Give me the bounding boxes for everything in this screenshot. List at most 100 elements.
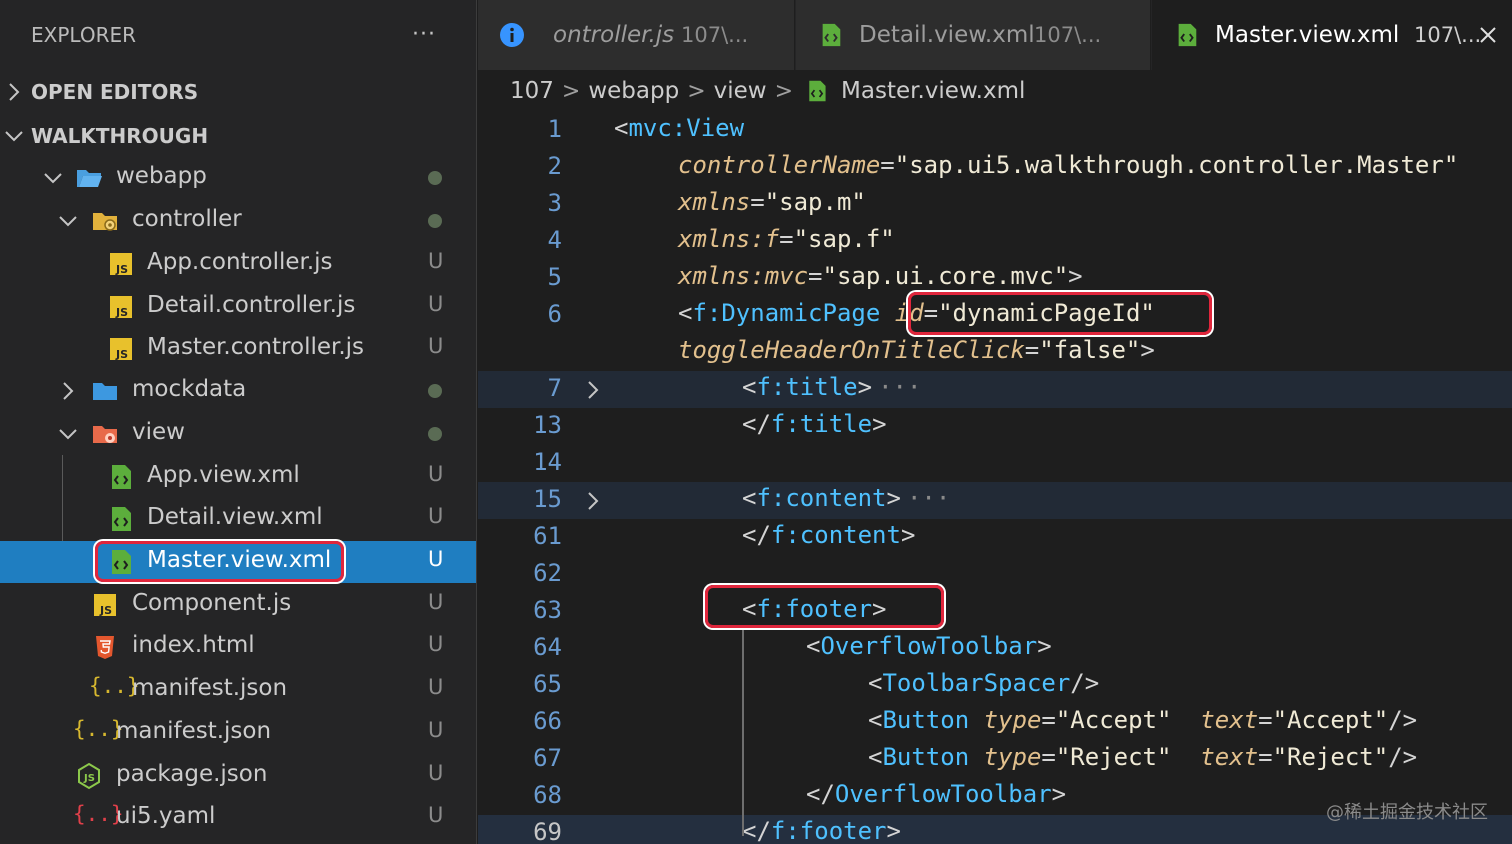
- xml-tag: Button: [882, 743, 970, 771]
- tab-controller-js[interactable]: ontroller.js 107\...: [478, 0, 795, 70]
- xml-attribute: text: [1200, 743, 1259, 771]
- code-line[interactable]: 64 <OverflowToolbar>: [478, 630, 1512, 667]
- code-editor[interactable]: 1 <mvc:View 2 controllerName="sap.ui5.wa…: [478, 112, 1512, 844]
- line-number: 4: [547, 226, 562, 254]
- status-dot: [428, 214, 442, 228]
- tree-folder-mockdata[interactable]: mockdata: [0, 370, 476, 412]
- code-line[interactable]: 66 <Button type="Accept" text="Accept"/>: [478, 704, 1512, 741]
- xml-string: "Reject": [1055, 743, 1172, 771]
- line-number: 15: [533, 485, 562, 513]
- xml-tag: OverflowToolbar: [820, 632, 1038, 660]
- code-line[interactable]: 61 </f:content>: [478, 519, 1512, 556]
- tree-folder-webapp[interactable]: webapp: [0, 157, 476, 199]
- code-line[interactable]: toggleHeaderOnTitleClick="false">: [478, 334, 1512, 371]
- tree-file-manifest-webapp[interactable]: {..} manifest.json U: [0, 669, 476, 711]
- code-line[interactable]: 65 <ToolbarSpacer/>: [478, 667, 1512, 704]
- tree-folder-view[interactable]: view: [0, 413, 476, 455]
- git-status-badge: U: [428, 504, 444, 528]
- workspace-label: WALKTHROUGH: [31, 124, 209, 148]
- git-status-badge: U: [428, 590, 444, 614]
- code-text: <ToolbarSpacer/>: [868, 669, 1100, 697]
- tree-item-label: Master.view.xml: [147, 547, 332, 573]
- tree-file-package-json[interactable]: JS package.json U: [0, 755, 476, 797]
- chevron-right-icon[interactable]: [584, 490, 602, 512]
- code-line[interactable]: 6 <f:DynamicPage id="dynamicPageId": [478, 297, 1512, 334]
- xml-file-icon: [112, 550, 131, 574]
- xml-file-icon: [112, 507, 131, 531]
- chevron-down-icon: [59, 216, 77, 227]
- walkthrough-section[interactable]: WALKTHROUGH: [0, 114, 476, 158]
- code-text: xmlns:mvc="sap.ui.core.mvc">: [678, 262, 1083, 290]
- folded-ellipsis[interactable]: ···: [878, 373, 921, 401]
- tree-file-detail-view[interactable]: Detail.view.xml U: [0, 498, 476, 540]
- code-line[interactable]: 7 <f:title> ···: [478, 371, 1512, 408]
- tree-file-component[interactable]: JS Component.js U: [0, 584, 476, 626]
- code-line[interactable]: 14: [478, 445, 1512, 482]
- breadcrumb-item[interactable]: view: [714, 78, 767, 104]
- xml-tag: f:footer: [756, 595, 873, 623]
- svg-text:JS: JS: [115, 306, 128, 319]
- line-number: 6: [547, 300, 562, 328]
- code-text: xmlns="sap.m": [678, 188, 866, 216]
- code-line[interactable]: 67 <Button type="Reject" text="Reject"/>: [478, 741, 1512, 778]
- tree-file-master-view[interactable]: Master.view.xml U: [0, 541, 476, 583]
- tree-folder-controller[interactable]: controller: [0, 200, 476, 242]
- tree-file-ui5-yaml[interactable]: {..} ui5.yaml U: [0, 797, 476, 839]
- tree-file-index-html[interactable]: index.html U: [0, 626, 476, 668]
- breadcrumb-item[interactable]: Master.view.xml: [841, 78, 1025, 104]
- tree-file-master-controller[interactable]: JS Master.controller.js U: [0, 328, 476, 370]
- more-actions-icon[interactable]: ···: [412, 22, 436, 47]
- line-number: 2: [547, 152, 562, 180]
- status-dot: [428, 427, 442, 441]
- svg-text:JS: JS: [115, 348, 128, 361]
- close-icon[interactable]: [1478, 25, 1498, 45]
- code-text: <OverflowToolbar>: [806, 632, 1052, 660]
- git-status-badge: U: [428, 803, 444, 827]
- tree-item-label: index.html: [132, 632, 255, 658]
- line-number: 61: [533, 522, 562, 550]
- chevron-down-icon: [5, 131, 23, 142]
- code-line[interactable]: 62: [478, 556, 1512, 593]
- tab-detail-view-xml[interactable]: Detail.view.xml 107\...: [796, 0, 1151, 70]
- git-status-badge: U: [428, 334, 444, 358]
- xml-attribute: toggleHeaderOnTitleClick: [678, 336, 1025, 364]
- xml-string: "sap.ui.core.mvc": [822, 262, 1069, 290]
- code-line[interactable]: 13 </f:title>: [478, 408, 1512, 445]
- open-editors-section[interactable]: OPEN EDITORS: [0, 70, 476, 114]
- line-number: 13: [533, 411, 562, 439]
- json-file-icon: {..}: [89, 674, 140, 698]
- line-number: 64: [533, 633, 562, 661]
- tab-master-view-xml[interactable]: Master.view.xml 107\...: [1152, 0, 1512, 70]
- breadcrumb-item[interactable]: webapp: [588, 78, 679, 104]
- code-line[interactable]: 15 <f:content> ···: [478, 482, 1512, 519]
- chevron-right-icon: >: [687, 78, 706, 104]
- code-line[interactable]: 2 controllerName="sap.ui5.walkthrough.co…: [478, 149, 1512, 186]
- line-number: 14: [533, 448, 562, 476]
- code-line[interactable]: 5 xmlns:mvc="sap.ui.core.mvc">: [478, 260, 1512, 297]
- folded-ellipsis[interactable]: ···: [907, 484, 950, 512]
- breadcrumb-item[interactable]: 107: [510, 78, 554, 104]
- nodejs-file-icon: JS: [78, 762, 100, 790]
- tree-file-app-controller[interactable]: JS App.controller.js U: [0, 243, 476, 285]
- code-line[interactable]: 3 xmlns="sap.m": [478, 186, 1512, 223]
- folder-icon: [93, 383, 117, 400]
- code-line[interactable]: 63 <f:footer>: [478, 593, 1512, 630]
- xml-tag: mvc:View: [628, 114, 745, 142]
- xml-string: "sap.f": [793, 225, 895, 253]
- git-status-badge: U: [428, 462, 444, 486]
- code-text: <f:DynamicPage id="dynamicPageId": [678, 299, 1155, 327]
- tree-file-manifest-root[interactable]: {..} manifest.json U: [0, 712, 476, 754]
- code-text: toggleHeaderOnTitleClick="false">: [678, 336, 1155, 364]
- code-line[interactable]: 4 xmlns:f="sap.f": [478, 223, 1512, 260]
- chevron-right-icon[interactable]: [584, 379, 602, 401]
- tree-file-app-view[interactable]: App.view.xml U: [0, 456, 476, 498]
- code-text: <f:content> ···: [742, 484, 951, 512]
- javascript-file-icon: JS: [110, 338, 132, 361]
- tree-file-detail-controller[interactable]: JS Detail.controller.js U: [0, 286, 476, 328]
- xml-tag: f:content: [770, 521, 901, 549]
- chevron-right-icon: [63, 382, 74, 400]
- xml-attribute: xmlns: [678, 188, 751, 216]
- tree-item-label: webapp: [116, 163, 207, 189]
- code-line[interactable]: 1 <mvc:View: [478, 112, 1512, 149]
- code-text: xmlns:f="sap.f": [678, 225, 895, 253]
